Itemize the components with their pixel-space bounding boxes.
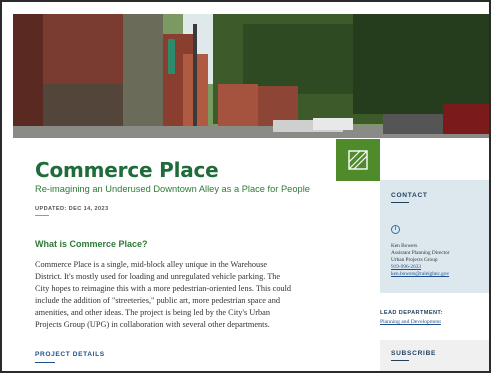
page-title: Commerce Place xyxy=(35,158,219,182)
subscribe-card: SUBSCRIBE xyxy=(380,340,489,371)
project-details-divider xyxy=(35,362,55,363)
alley-photo xyxy=(13,14,489,138)
updated-divider xyxy=(35,215,49,216)
commerce-place-logo-icon xyxy=(336,139,380,181)
body-line: Projects Group (UPG) in collaboration wi… xyxy=(35,320,270,329)
contact-divider xyxy=(391,202,409,203)
body-line: amenities, and other ideas. The project … xyxy=(35,308,270,317)
body-line: City hopes to reimagine this with a more… xyxy=(35,284,292,293)
lead-department-heading: LEAD DEPARTMENT: xyxy=(380,310,443,316)
page-frame: Commerce Place Re-imagining an Underused… xyxy=(0,0,491,373)
info-icon: i xyxy=(391,225,400,234)
lead-department-link[interactable]: Planning and Development xyxy=(380,319,441,325)
contact-card: CONTACT i Ken Bowers Assistant Planning … xyxy=(380,180,489,293)
contact-name: Ken Bowers xyxy=(391,243,418,249)
section-body: Commerce Place is a single, mid-block al… xyxy=(35,259,355,331)
page-subtitle: Re-imagining an Underused Downtown Alley… xyxy=(35,184,310,194)
sidebar: CONTACT i Ken Bowers Assistant Planning … xyxy=(380,180,489,371)
body-line: Commerce Place is a single, mid-block al… xyxy=(35,260,268,269)
contact-role: Assistant Planning Director xyxy=(391,250,450,256)
contact-email-link[interactable]: ken.bowers@raleighnc.gov xyxy=(391,271,449,277)
main-content: Commerce Place Re-imagining an Underused… xyxy=(13,138,380,371)
body-line: District. It's mostly used for loading a… xyxy=(35,272,281,281)
subscribe-divider xyxy=(391,360,409,361)
contact-heading: CONTACT xyxy=(391,192,428,199)
updated-date: UPDATED: DEC 14, 2023 xyxy=(35,206,109,212)
contact-group: Urban Projects Group xyxy=(391,257,438,263)
hero-image xyxy=(13,14,489,138)
body-line: include the addition of "streeteries," p… xyxy=(35,296,280,305)
subscribe-heading: SUBSCRIBE xyxy=(391,350,437,357)
section-heading: What is Commerce Place? xyxy=(35,239,148,249)
project-details-heading[interactable]: PROJECT DETAILS xyxy=(35,351,105,358)
contact-phone-link[interactable]: 919-996-2633 xyxy=(391,264,421,270)
